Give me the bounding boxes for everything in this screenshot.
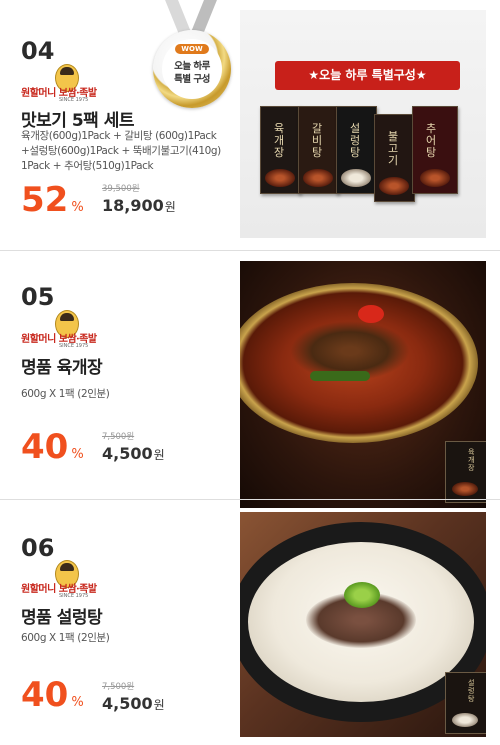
discount-rate: 40% xyxy=(21,430,84,472)
green-onion xyxy=(344,582,380,608)
package-thumbnail: 설렁탕 xyxy=(445,672,486,734)
brand-logo: 원할머니 보쌈·족발 SINCE 1975 xyxy=(21,310,141,350)
price-value: 4,500 xyxy=(102,444,153,463)
green-onion xyxy=(310,371,370,381)
item-number: 04 xyxy=(21,37,55,65)
price-unit: 원 xyxy=(164,200,176,214)
original-price: 7,500원 xyxy=(102,682,135,692)
soup-bowl-icon xyxy=(303,169,333,187)
desc-line: 1Pack + 추어탕(510g)1Pack xyxy=(21,160,154,172)
product-description: 600g X 1팩 (2인분) xyxy=(21,388,110,400)
medal: WOW 오늘 하루 특별 구성 xyxy=(153,30,231,108)
brand-since: SINCE 1975 xyxy=(59,343,89,349)
brand-logo: 원할머니 보쌈·족발 SINCE 1975 xyxy=(21,560,141,600)
price-unit: 원 xyxy=(153,698,165,712)
brand-logo: 원할머니 보쌈·족발 SINCE 1975 xyxy=(21,64,141,104)
box-label: 설렁탕 xyxy=(349,122,361,159)
package-box: 설렁탕 xyxy=(336,106,377,194)
discount-value: 52 xyxy=(21,180,69,220)
discount-value: 40 xyxy=(21,427,69,467)
brand-since: SINCE 1975 xyxy=(59,593,89,599)
package-thumbnail: 육개장 xyxy=(445,441,486,503)
price-value: 18,900 xyxy=(102,196,164,215)
discount-value: 40 xyxy=(21,675,69,715)
item-number: 06 xyxy=(21,534,55,562)
soup-bowl-icon xyxy=(420,169,450,187)
percent-sign: % xyxy=(71,200,84,215)
desc-line: 육개장(600g)1Pack + 갈비탕 (600g)1Pack xyxy=(21,130,217,142)
item-number: 05 xyxy=(21,283,55,311)
discount-rate: 52% xyxy=(21,183,84,225)
product-image[interactable]: 설렁탕 xyxy=(240,512,486,737)
product-title[interactable]: 명품 설렁탕 xyxy=(21,603,103,628)
badge-line-2: 특별 구성 xyxy=(174,74,210,85)
box-label: 육개장 xyxy=(273,122,285,159)
soup-bowl-icon xyxy=(379,177,409,195)
sale-price: 4,500원 xyxy=(102,694,165,713)
soup-bowl-icon xyxy=(341,169,371,187)
box-label: 불고기 xyxy=(387,130,399,167)
package-box: 갈비탕 xyxy=(298,106,339,194)
soup-bowl-icon xyxy=(452,713,478,727)
package-label: 육개장 xyxy=(468,448,475,472)
package-label: 설렁탕 xyxy=(468,679,475,703)
package-box: 추어탕 xyxy=(412,106,458,194)
sale-price: 18,900원 xyxy=(102,196,176,215)
package-box: 불고기 xyxy=(374,114,415,202)
soup-bowl-icon xyxy=(265,169,295,187)
original-price: 39,500원 xyxy=(102,184,140,194)
brand-since: SINCE 1975 xyxy=(59,97,89,103)
product-description: 600g X 1팩 (2인분) xyxy=(21,632,110,644)
soup-bowl-icon xyxy=(452,482,478,496)
original-price: 7,500원 xyxy=(102,432,135,442)
divider xyxy=(0,250,500,251)
product-item-05[interactable]: 05 원할머니 보쌈·족발 SINCE 1975 명품 육개장 600g X 1… xyxy=(0,252,500,508)
badge-line-1: 오늘 하루 xyxy=(174,61,210,72)
price-value: 4,500 xyxy=(102,694,153,713)
product-title[interactable]: 맛보기 5팩 세트 xyxy=(21,106,135,131)
product-description: 육개장(600g)1Pack + 갈비탕 (600g)1Pack +설렁탕(60… xyxy=(21,129,251,174)
product-item-06[interactable]: 06 원할머니 보쌈·족발 SINCE 1975 명품 설렁탕 600g X 1… xyxy=(0,500,500,745)
product-image[interactable]: 육개장 xyxy=(240,261,486,508)
sale-price: 4,500원 xyxy=(102,444,165,463)
percent-sign: % xyxy=(71,695,84,710)
price-unit: 원 xyxy=(153,448,165,462)
red-pepper xyxy=(358,305,384,323)
product-image[interactable]: ★오늘 하루 특별구성★ 육개장 갈비탕 설렁탕 불고기 추어탕 xyxy=(240,10,486,238)
percent-sign: % xyxy=(71,447,84,462)
box-label: 추어탕 xyxy=(425,122,437,159)
product-title[interactable]: 명품 육개장 xyxy=(21,353,103,378)
box-label: 갈비탕 xyxy=(311,122,323,159)
desc-line: +설렁탕(600g)1Pack + 뚝배기불고기(410g) xyxy=(21,145,221,157)
special-banner: ★오늘 하루 특별구성★ xyxy=(275,61,460,90)
discount-rate: 40% xyxy=(21,678,84,720)
wow-tag: WOW xyxy=(175,44,209,54)
product-item-04[interactable]: 04 원할머니 보쌈·족발 SINCE 1975 맛보기 5팩 세트 육개장(6… xyxy=(0,0,500,250)
package-box: 육개장 xyxy=(260,106,301,194)
